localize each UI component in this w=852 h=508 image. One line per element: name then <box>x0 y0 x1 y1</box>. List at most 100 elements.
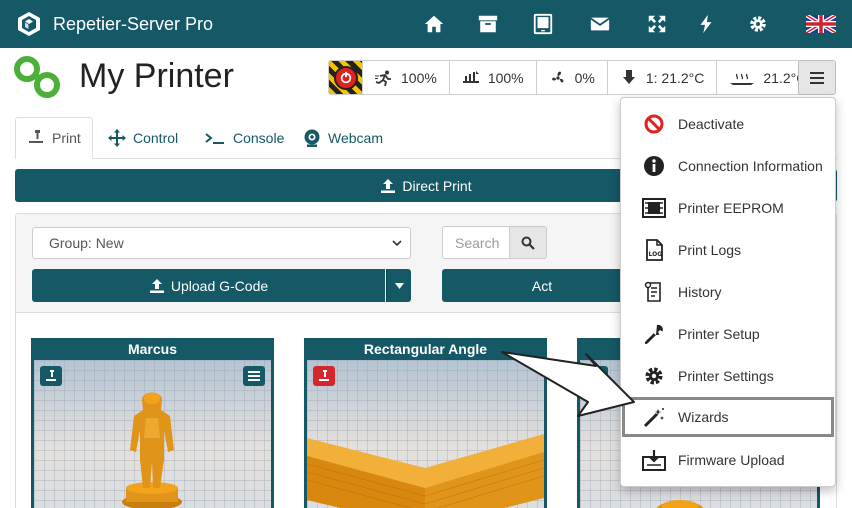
menu-item-print-logs[interactable]: LOG Print Logs <box>622 230 834 270</box>
upload-dropdown-toggle[interactable] <box>386 269 411 302</box>
printer-title: My Printer <box>79 57 234 95</box>
fan-icon <box>551 71 564 82</box>
archive-icon[interactable] <box>476 12 500 36</box>
group-select[interactable]: Group: New <box>32 227 411 259</box>
running-icon <box>375 70 391 86</box>
menu-item-label: Deactivate <box>678 116 745 132</box>
extruder-temp-status[interactable]: 1: 21.2°C <box>608 61 718 94</box>
speed-status[interactable]: 100% <box>363 61 450 94</box>
menu-item-connection-information[interactable]: Connection Information <box>622 146 834 186</box>
printer-status-bar: 100% 100% 0% 1: 21.2°C 21.2°C <box>328 60 820 95</box>
actions-button[interactable]: Act <box>442 269 642 302</box>
extruder-icon <box>622 69 635 84</box>
actions-label: Act <box>531 277 553 294</box>
menu-item-history[interactable]: History <box>622 272 834 312</box>
menu-item-label: Printer EEPROM <box>678 200 784 216</box>
print-icon <box>29 130 43 143</box>
caret-down-icon <box>394 282 404 289</box>
log-file-icon: LOG <box>642 238 666 262</box>
menu-item-printer-eeprom[interactable]: Printer EEPROM <box>622 188 834 228</box>
tab-console[interactable]: Console <box>203 117 284 159</box>
group-select-value: Group: New <box>49 235 124 251</box>
search-icon <box>521 236 535 250</box>
model-card-rectangular-angle[interactable]: Rectangular Angle <box>304 338 547 508</box>
upload-gcode-button[interactable]: Upload G-Code <box>32 269 385 302</box>
tab-webcam-label: Webcam <box>328 130 383 146</box>
uk-flag-icon[interactable] <box>806 12 836 36</box>
flow-icon <box>462 70 479 83</box>
search-placeholder: Search <box>455 234 500 251</box>
tab-webcam[interactable]: Webcam <box>302 117 383 159</box>
svg-text:LOG: LOG <box>649 251 663 258</box>
app-title: Repetier-Server Pro <box>53 13 214 34</box>
figure-model-image <box>122 392 182 508</box>
model-card-title: Marcus <box>127 341 178 357</box>
tab-print[interactable]: Print <box>15 117 93 159</box>
gear-icon[interactable] <box>746 12 770 36</box>
chip-icon <box>642 196 666 220</box>
fullscreen-icon[interactable] <box>645 12 669 36</box>
hamburger-icon <box>810 71 824 84</box>
move-arrows-icon <box>108 129 126 147</box>
menu-item-label: Connection Information <box>678 158 823 174</box>
menu-item-printer-setup[interactable]: Printer Setup <box>622 314 834 354</box>
model-preview <box>34 360 271 508</box>
tab-console-label: Console <box>233 130 285 146</box>
search-button[interactable] <box>509 226 547 259</box>
gear-icon <box>642 364 666 388</box>
menu-item-wizards[interactable]: Wizards <box>622 397 834 437</box>
print-icon[interactable] <box>40 366 62 386</box>
wrench-icon <box>642 322 666 346</box>
tab-control-label: Control <box>133 130 179 146</box>
print-disabled-icon[interactable] <box>313 366 335 386</box>
model-card-title: Rectangular Angle <box>363 341 488 357</box>
menu-item-label: History <box>678 284 722 300</box>
tablet-icon[interactable] <box>531 12 555 36</box>
envelope-icon[interactable] <box>588 12 612 36</box>
lightning-icon[interactable] <box>694 12 718 36</box>
printer-menu-button[interactable] <box>798 60 836 95</box>
webcam-icon <box>304 129 320 147</box>
chevron-down-icon <box>392 240 402 247</box>
tab-print-label: Print <box>52 130 81 146</box>
printer-dropdown-menu: Deactivate Connection Information Printe… <box>620 97 836 487</box>
fan-status[interactable]: 0% <box>537 61 608 94</box>
speed-value: 100% <box>401 69 437 86</box>
search-input[interactable]: Search <box>442 226 510 259</box>
print-icon[interactable] <box>586 366 608 386</box>
model-preview <box>307 360 544 508</box>
menu-item-deactivate[interactable]: Deactivate <box>622 104 834 144</box>
home-icon[interactable] <box>422 12 446 36</box>
top-bar: Repetier-Server Pro <box>0 0 852 48</box>
menu-item-label: Firmware Upload <box>678 452 785 468</box>
brand[interactable]: Repetier-Server Pro <box>16 11 213 37</box>
upload-icon <box>149 278 164 293</box>
model-card-marcus[interactable]: Marcus <box>31 338 274 508</box>
menu-item-label: Printer Setup <box>678 326 760 342</box>
upload-icon <box>381 178 396 193</box>
magic-wand-icon <box>642 405 666 429</box>
emergency-stop-icon <box>333 65 358 90</box>
menu-item-label: Wizards <box>678 409 729 425</box>
menu-item-printer-settings[interactable]: Printer Settings <box>622 356 834 396</box>
menu-item-firmware-upload[interactable]: Firmware Upload <box>622 440 834 480</box>
menu-item-label: Printer Settings <box>678 368 774 384</box>
tab-control[interactable]: Control <box>107 117 178 159</box>
extruder-temp-value: 1: 21.2°C <box>645 69 705 86</box>
repetier-logo-icon <box>18 12 40 36</box>
menu-item-label: Print Logs <box>678 242 742 258</box>
heated-bed-icon <box>730 73 755 85</box>
firmware-upload-icon <box>642 448 666 472</box>
terminal-icon <box>205 133 224 144</box>
direct-print-label: Direct Print <box>402 177 472 194</box>
emergency-stop-button[interactable] <box>329 61 363 94</box>
flow-value: 100% <box>487 69 524 86</box>
flow-status[interactable]: 100% <box>450 61 537 94</box>
angle-model-image <box>307 434 544 508</box>
printer-logo-icon <box>14 56 60 98</box>
ban-icon <box>642 112 666 136</box>
card-menu-icon[interactable] <box>243 366 265 386</box>
upload-gcode-label: Upload G-Code <box>170 277 269 294</box>
info-icon <box>642 154 666 178</box>
fan-value: 0% <box>574 69 595 86</box>
